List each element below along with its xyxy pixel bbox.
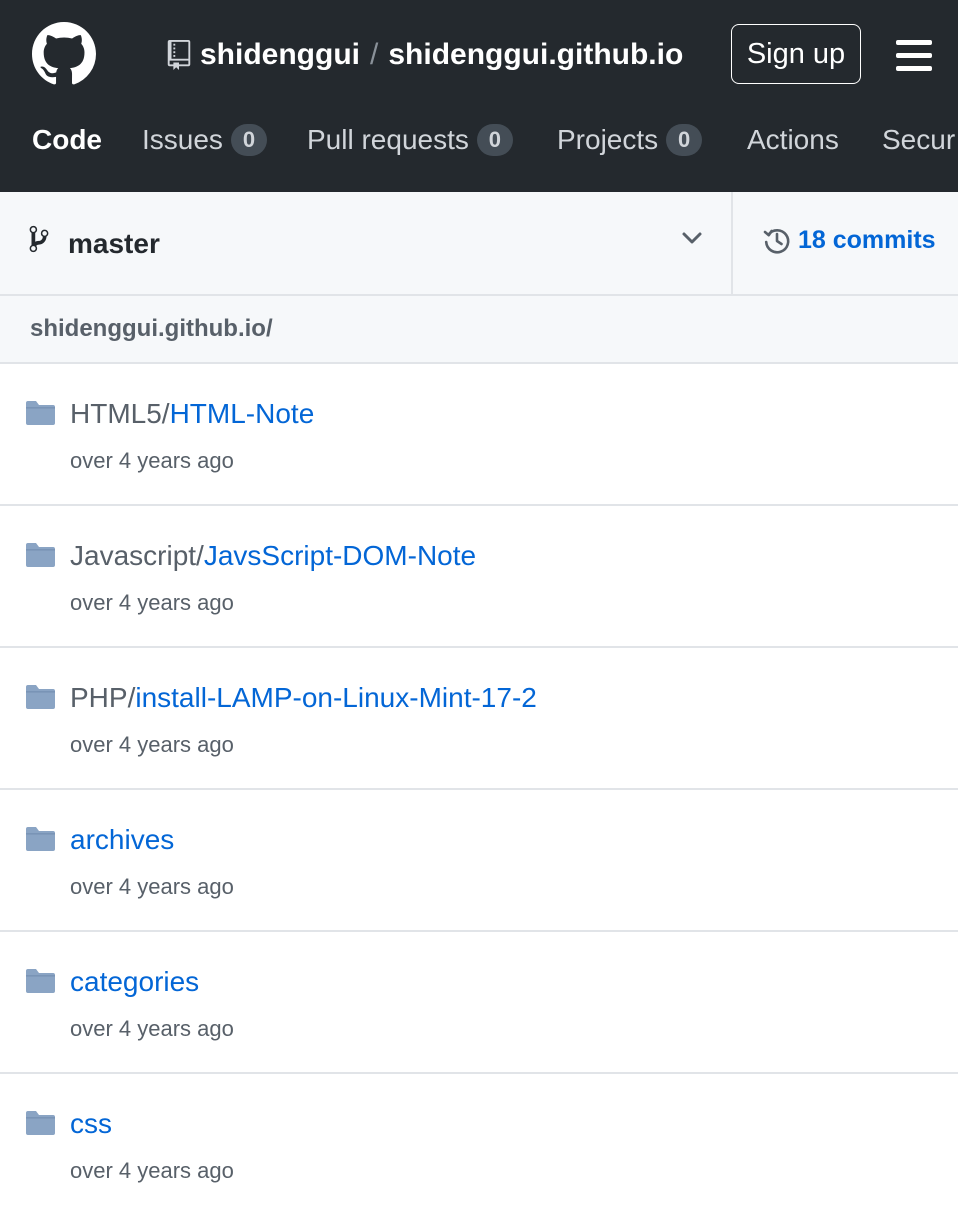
repo-title: shidenggui / shidenggui.github.io: [166, 34, 683, 76]
folder-icon: [26, 827, 55, 851]
folder-icon: [26, 1111, 55, 1135]
breadcrumb: shidenggui.github.io/: [0, 296, 958, 364]
tab-security-label: Secur: [882, 124, 956, 155]
folder-icon: [26, 401, 55, 425]
tab-actions[interactable]: Actions: [747, 112, 839, 168]
site-header: shidenggui / shidenggui.github.io Sign u…: [0, 0, 958, 192]
repo-nav: Code Issues 0 Pull requests 0 Projects 0…: [0, 112, 958, 168]
file-path-prefix: PHP/: [70, 682, 136, 713]
folder-icon: [26, 685, 55, 709]
file-path-prefix: Javascript/: [70, 540, 204, 571]
tab-pull-requests[interactable]: Pull requests 0: [307, 112, 513, 168]
list-item[interactable]: css over 4 years ago: [0, 1074, 958, 1216]
tab-security[interactable]: Secur: [882, 112, 955, 168]
history-icon: [762, 225, 792, 255]
file-age: over 4 years ago: [70, 448, 234, 473]
path-text: shidenggui.github.io/: [30, 315, 273, 342]
file-age: over 4 years ago: [70, 874, 234, 899]
list-item[interactable]: HTML5/HTML-Note over 4 years ago: [0, 364, 958, 506]
list-item[interactable]: archives over 4 years ago: [0, 790, 958, 932]
file-age: over 4 years ago: [70, 590, 234, 615]
file-link[interactable]: archives: [70, 824, 174, 855]
tab-projects[interactable]: Projects 0: [557, 112, 703, 168]
commits-count: 18 commits: [798, 225, 936, 254]
commits-link[interactable]: 18 commits: [762, 218, 936, 262]
repo-name-link[interactable]: shidenggui.github.io: [388, 38, 683, 72]
projects-count-badge: 0: [666, 124, 703, 156]
folder-icon: [26, 969, 55, 993]
branch-bar: master 18 commits: [0, 192, 958, 296]
tab-issues-label: Issues: [142, 124, 223, 155]
repo-icon: [166, 40, 192, 70]
github-logo-icon[interactable]: [32, 22, 96, 86]
file-list: HTML5/HTML-Note over 4 years ago Javascr…: [0, 364, 958, 1216]
list-item[interactable]: Javascript/JavsScript-DOM-Note over 4 ye…: [0, 506, 958, 648]
file-link[interactable]: install-LAMP-on-Linux-Mint-17-2: [135, 682, 536, 713]
file-link[interactable]: categories: [70, 966, 199, 997]
folder-icon: [26, 543, 55, 567]
chevron-down-icon: [680, 226, 704, 250]
sign-up-button[interactable]: Sign up: [731, 24, 861, 84]
file-link[interactable]: HTML-Note: [170, 398, 315, 429]
file-link[interactable]: css: [70, 1108, 112, 1139]
hamburger-menu-icon[interactable]: [896, 40, 932, 72]
pull-requests-count-badge: 0: [476, 124, 513, 156]
tab-code-label: Code: [32, 124, 102, 155]
list-item[interactable]: categories over 4 years ago: [0, 932, 958, 1074]
tab-pull-requests-label: Pull requests: [307, 124, 469, 155]
issues-count-badge: 0: [230, 124, 267, 156]
file-age: over 4 years ago: [70, 732, 234, 757]
repo-owner-link[interactable]: shidenggui: [200, 38, 360, 72]
tab-issues[interactable]: Issues 0: [142, 112, 267, 168]
tab-projects-label: Projects: [557, 124, 659, 155]
git-branch-icon: [28, 224, 50, 259]
file-path-prefix: HTML5/: [70, 398, 170, 429]
file-age: over 4 years ago: [70, 1016, 234, 1041]
repo-separator: /: [370, 38, 379, 71]
tab-actions-label: Actions: [747, 124, 839, 155]
list-item[interactable]: PHP/install-LAMP-on-Linux-Mint-17-2 over…: [0, 648, 958, 790]
branch-selector[interactable]: master: [0, 192, 733, 294]
tab-code[interactable]: Code: [32, 112, 102, 168]
file-age: over 4 years ago: [70, 1158, 234, 1183]
branch-name: master: [68, 228, 160, 259]
file-link[interactable]: JavsScript-DOM-Note: [204, 540, 476, 571]
